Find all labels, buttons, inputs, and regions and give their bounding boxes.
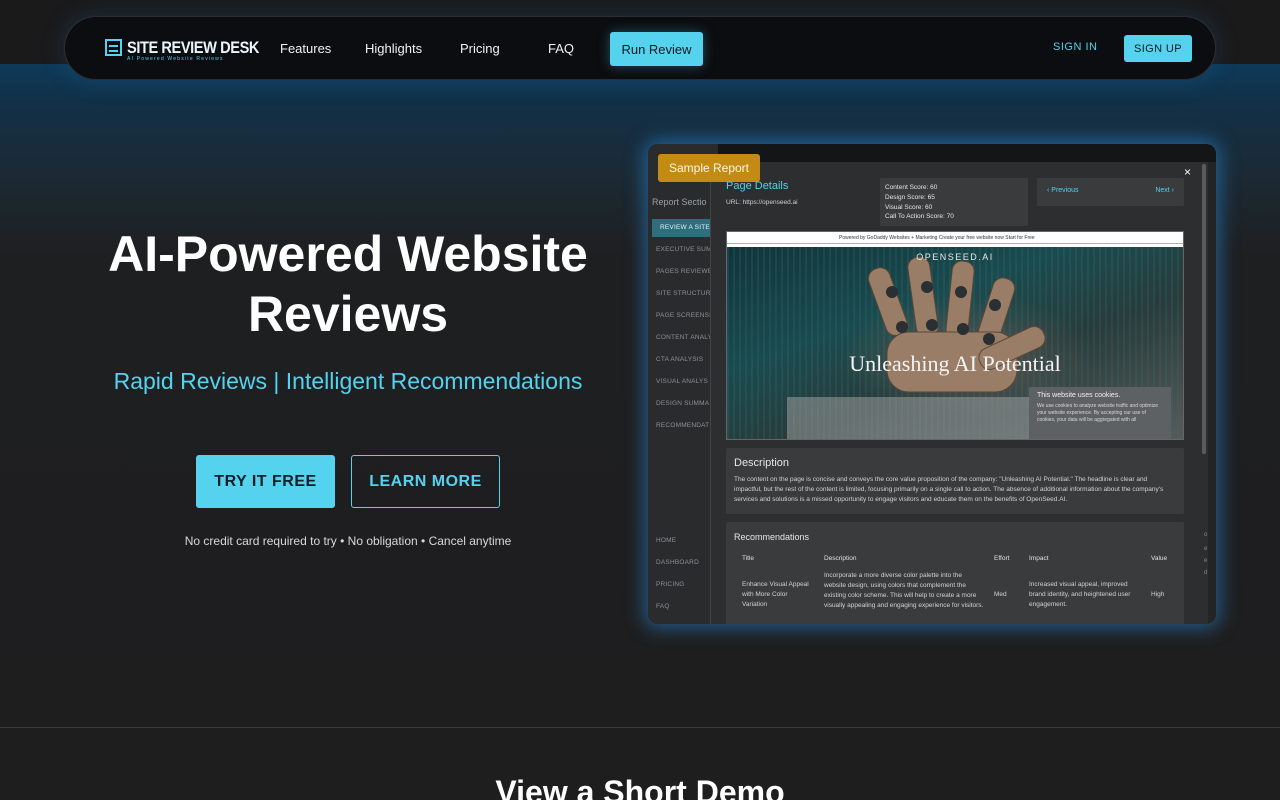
background-fragment: e (1204, 546, 1208, 552)
sidebar-item: PAGES REVIEWE (656, 268, 713, 275)
brand-name: SITE REVIEW DESK (127, 38, 260, 57)
col-header-title: Title (742, 555, 755, 562)
cookie-banner: This website uses cookies. We use cookie… (1029, 387, 1171, 439)
sidebar-item: PAGE SCREENSH (656, 312, 715, 319)
run-review-button[interactable]: Run Review (610, 32, 703, 66)
hero-subtitle: Rapid Reviews | Intelligent Recommendati… (113, 368, 583, 394)
next-link: Next › (1155, 187, 1174, 194)
site-topbar: Powered by GoDaddy Websites + Marketing … (727, 232, 1183, 244)
previous-link: ‹ Previous (1047, 187, 1079, 194)
sidebar-item-review-site: REVIEW A SITE (652, 219, 714, 237)
cta-score: Call To Action Score: 70 (885, 213, 954, 221)
section-divider (0, 727, 1280, 728)
close-icon: × (1184, 165, 1192, 179)
description-section: Description The content on the page is c… (726, 448, 1184, 514)
sidebar-item: CONTENT ANALY (656, 334, 713, 341)
background-fragment: d (1204, 570, 1208, 576)
col-header-effort: Effort (994, 555, 1010, 562)
rec-effort-cell: Med (994, 591, 1007, 598)
sidebar-bottom-item: HOME (656, 537, 677, 544)
try-it-free-button[interactable]: TRY IT FREE (196, 455, 335, 508)
rec-description-cell: Incorporate a more diverse color palette… (824, 572, 984, 609)
background-fragment: e (1204, 558, 1208, 564)
report-sidebar-title: Report Sectio (652, 197, 707, 207)
sidebar-bottom-item: FAQ (656, 603, 670, 610)
recommendations-title: Recommendations (734, 532, 810, 542)
report-sidebar: Report Sectio REVIEW A SITE EXECUTIVE SU… (648, 144, 718, 624)
recommendations-section: Recommendations Title Description Effort… (726, 522, 1184, 624)
sidebar-item: CTA ANALYSIS (656, 356, 704, 363)
sidebar-item: EXECUTIVE SUMM (656, 246, 718, 253)
nav-pricing[interactable]: Pricing (460, 41, 500, 56)
pager-box: ‹ Previous Next › (1037, 178, 1184, 206)
hero-title: AI-Powered Website Reviews (108, 226, 588, 342)
col-header-description: Description (824, 555, 857, 562)
nav-highlights[interactable]: Highlights (365, 41, 422, 56)
navbar: SITE REVIEW DESK AI Powered Website Revi… (64, 16, 1216, 80)
rec-value-cell: High (1151, 591, 1165, 598)
description-title: Description (734, 457, 790, 469)
previous-label: Previous (1051, 187, 1079, 194)
site-brand: OPENSEED.AI (916, 252, 994, 262)
nav-faq[interactable]: FAQ (548, 41, 574, 56)
demo-section-title: View a Short Demo (495, 774, 785, 800)
rec-title-cell: Enhance Visual Appeal with More Color Va… (742, 581, 809, 608)
brand-logo[interactable]: SITE REVIEW DESK AI Powered Website Revi… (105, 38, 259, 63)
sidebar-item: RECOMMENDAT (656, 422, 710, 429)
content-score: Content Score: 60 (885, 184, 938, 191)
learn-more-button[interactable]: LEARN MORE (351, 455, 500, 508)
logo-icon (105, 39, 122, 56)
sign-up-button[interactable]: SIGN UP (1124, 35, 1192, 62)
col-header-impact: Impact (1029, 555, 1049, 562)
sidebar-bottom-item: PRICING (656, 581, 685, 588)
page-details-title: Page Details (726, 180, 789, 192)
sidebar-item: VISUAL ANALYS (656, 378, 709, 385)
sample-report-preview: Report Sectio REVIEW A SITE EXECUTIVE SU… (648, 144, 1216, 624)
site-screenshot: Powered by GoDaddy Websites + Marketing … (726, 231, 1184, 440)
visual-score: Visual Score: 60 (885, 203, 933, 211)
site-topbar-text: Powered by GoDaddy Websites + Marketing … (839, 235, 1035, 241)
site-hero-image: OPENSEED.AI Unleashing AI Potential This… (727, 247, 1183, 439)
sample-report-badge: Sample Report (658, 154, 760, 182)
cookie-text: We use cookies to analyze website traffi… (1037, 403, 1158, 423)
sidebar-item: SITE STRUCTUR (656, 290, 711, 297)
brand-tagline: AI Powered Website Reviews (127, 56, 224, 62)
sign-in-link[interactable]: SIGN IN (1053, 41, 1097, 53)
rec-impact-cell: Increased visual appeal, improved brand … (1029, 581, 1131, 608)
scores-box: Content Score: 60 Design Score: 65 Visua… (880, 178, 1028, 226)
background-fragment: o (1204, 532, 1208, 538)
next-label: Next (1155, 187, 1170, 194)
sidebar-item: DESIGN SUMMA (656, 400, 710, 407)
description-text: The content on the page is concise and c… (734, 476, 1164, 503)
col-header-value: Value (1151, 555, 1168, 562)
page-url: URL: https://openseed.ai (726, 199, 798, 206)
chevron-right-icon: › (1169, 187, 1174, 194)
hero-note: No credit card required to try • No obli… (184, 534, 512, 548)
cookie-title: This website uses cookies. (1037, 392, 1121, 399)
nav-features[interactable]: Features (280, 41, 331, 56)
site-headline: Unleashing AI Potential (849, 351, 1061, 376)
design-score: Design Score: 65 (885, 193, 935, 201)
sidebar-bottom-item: DASHBOARD (656, 559, 699, 566)
modal-scrollbar (1202, 164, 1206, 454)
